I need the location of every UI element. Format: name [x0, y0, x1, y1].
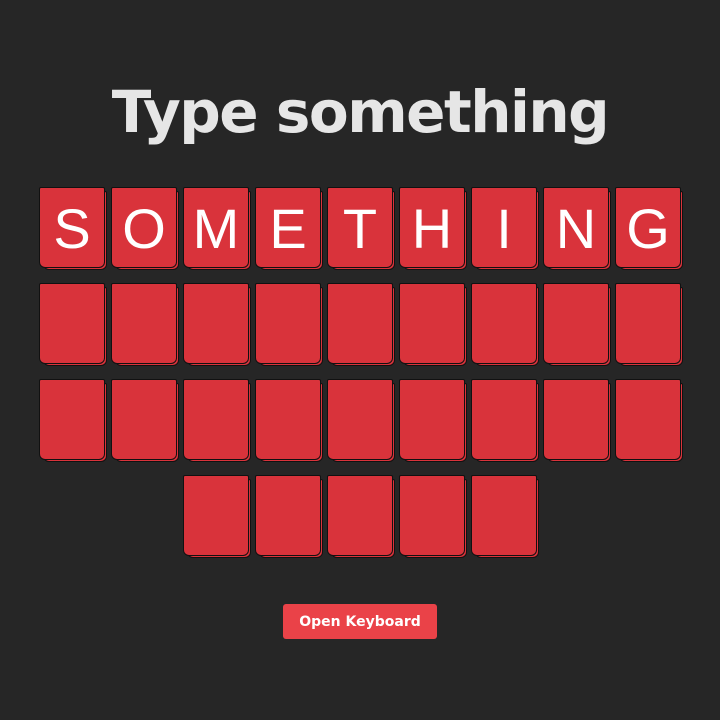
- tile-face: I: [471, 187, 537, 268]
- tile-face: [111, 379, 177, 460]
- tile-face: [255, 379, 321, 460]
- letter-tile: H: [399, 187, 467, 270]
- letter-tile: T: [327, 187, 395, 270]
- letter-tile: [399, 475, 467, 558]
- letter-tile: [255, 475, 323, 558]
- tile-letter: M: [192, 196, 240, 260]
- tile-letter: E: [269, 196, 307, 260]
- letter-tile: N: [543, 187, 611, 270]
- tile-face: [327, 283, 393, 364]
- tile-face: M: [183, 187, 249, 268]
- tile-face: N: [543, 187, 609, 268]
- letter-tile: [183, 475, 251, 558]
- tile-face: [615, 379, 681, 460]
- tile-face: [543, 283, 609, 364]
- open-keyboard-button[interactable]: Open Keyboard: [283, 604, 437, 639]
- page-title: Type something: [111, 78, 610, 146]
- tile-face: [471, 283, 537, 364]
- tile-letter: O: [122, 196, 166, 260]
- tile-face: [183, 379, 249, 460]
- letter-tile: M: [183, 187, 251, 270]
- letter-tile: [111, 283, 179, 366]
- tile-face: T: [327, 187, 393, 268]
- letter-tile: [327, 475, 395, 558]
- letter-tile: [327, 379, 395, 462]
- letter-tile: [255, 379, 323, 462]
- tile-face: [39, 283, 105, 364]
- tile-face: [399, 379, 465, 460]
- tile-face: [183, 475, 249, 556]
- letter-tile: [471, 475, 539, 558]
- tile-face: [39, 379, 105, 460]
- tile-face: [399, 283, 465, 364]
- tile-letter: I: [496, 196, 512, 260]
- letter-tile: [39, 283, 107, 366]
- letter-tile: [255, 283, 323, 366]
- app-screen: Type something SOMETHING Open Keyboard: [0, 0, 720, 720]
- letter-tile: G: [615, 187, 683, 270]
- tile-face: [471, 475, 537, 556]
- tile-letter: G: [626, 196, 670, 260]
- tile-letter: S: [53, 196, 91, 260]
- tile-face: E: [255, 187, 321, 268]
- letter-tile: O: [111, 187, 179, 270]
- letter-tile: S: [39, 187, 107, 270]
- tile-face: [111, 283, 177, 364]
- tile-face: [399, 475, 465, 556]
- letter-tile: [615, 283, 683, 366]
- letter-tile: I: [471, 187, 539, 270]
- tile-face: S: [39, 187, 105, 268]
- tile-face: [327, 379, 393, 460]
- tile-face: [327, 475, 393, 556]
- letter-tile: [111, 379, 179, 462]
- tile-letter: H: [411, 196, 453, 260]
- letter-tile: [399, 283, 467, 366]
- tile-face: [471, 379, 537, 460]
- letter-tile: [183, 283, 251, 366]
- letter-tile: [471, 283, 539, 366]
- tile-letter: N: [555, 196, 597, 260]
- letter-tile: [543, 379, 611, 462]
- letter-tile: [327, 283, 395, 366]
- letter-tile: [399, 379, 467, 462]
- tile-letter: T: [342, 196, 378, 260]
- tile-face: [543, 379, 609, 460]
- tile-face: H: [399, 187, 465, 268]
- tile-face: [183, 283, 249, 364]
- letter-tile: E: [255, 187, 323, 270]
- tile-face: [255, 475, 321, 556]
- tile-face: [615, 283, 681, 364]
- letter-tile: [543, 283, 611, 366]
- tile-face: [255, 283, 321, 364]
- tile-face: G: [615, 187, 681, 268]
- letter-tile: [39, 379, 107, 462]
- letter-tile: [471, 379, 539, 462]
- letter-tile: [615, 379, 683, 462]
- tile-face: O: [111, 187, 177, 268]
- letter-tile: [183, 379, 251, 462]
